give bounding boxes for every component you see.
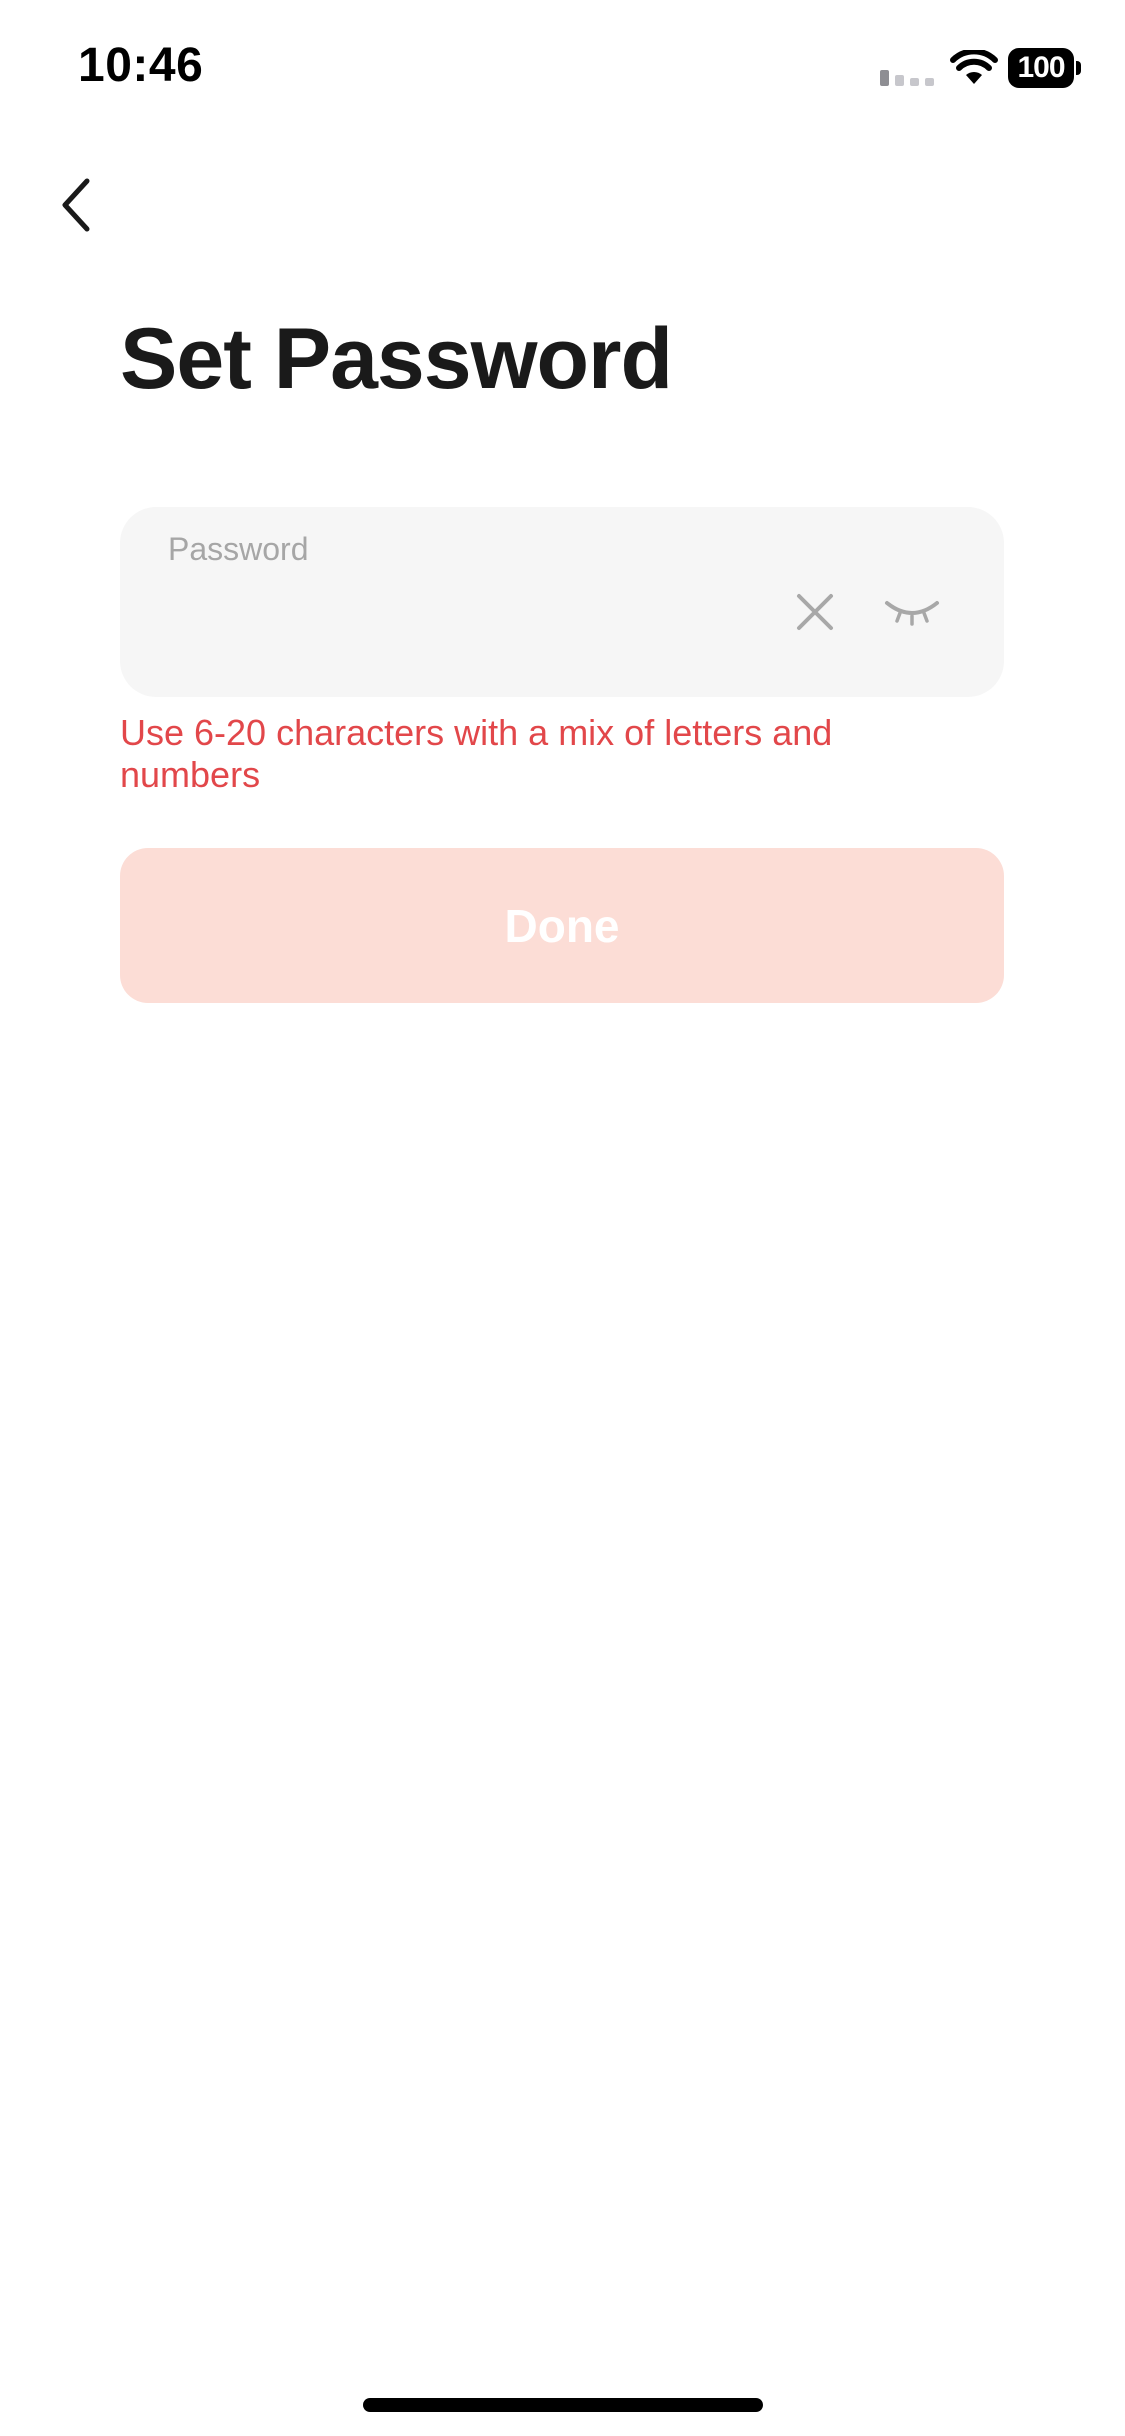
status-time: 10:46	[78, 39, 204, 92]
cellular-signal-icon	[880, 70, 934, 86]
home-indicator[interactable]	[363, 2398, 763, 2412]
battery-cap	[1076, 61, 1081, 75]
battery-icon: 100	[1008, 48, 1082, 88]
password-visibility-toggle[interactable]	[872, 577, 952, 647]
battery-level: 100	[1008, 48, 1074, 88]
page-title: Set Password	[120, 311, 673, 407]
close-icon	[797, 594, 833, 630]
back-button[interactable]	[30, 160, 120, 250]
status-bar: 10:46 100	[0, 0, 1125, 140]
clear-button[interactable]	[780, 577, 850, 647]
eye-closed-icon	[885, 601, 939, 626]
done-button[interactable]: Done	[120, 848, 1004, 1003]
chevron-left-icon	[62, 178, 90, 232]
wifi-icon	[950, 50, 998, 84]
password-requirements-hint: Use 6-20 characters with a mix of letter…	[120, 712, 833, 795]
password-input[interactable]	[168, 597, 772, 659]
password-label: Password	[168, 531, 309, 567]
password-field[interactable]: Password	[120, 507, 1004, 697]
